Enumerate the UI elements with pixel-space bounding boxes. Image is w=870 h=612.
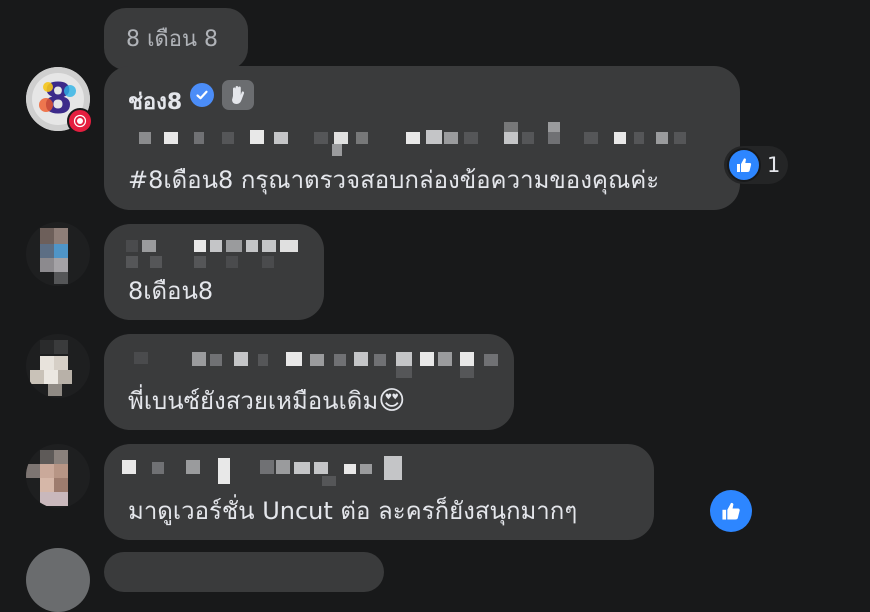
blurred-author-placeholder [134,344,514,380]
comment-text: 8เดือน8 [128,277,214,305]
user-avatar[interactable] [26,222,90,286]
comment-author[interactable]: ช่อง8 [128,84,182,119]
comment-bubble: พี่เบนซ์ยังสวยเหมือนเดิม😍 [104,334,514,430]
comment-bubble-channel8: ช่อง8 #8เดือน8 กรุณาตรวจสอบกล่องข้อความข… [104,66,740,210]
verified-badge-icon [190,83,214,107]
wave-hand-icon [222,80,254,110]
comment-text-body: พี่เบนซ์ยังสวยเหมือนเดิม [128,387,379,415]
comment-author[interactable]: 8 เดือน 8 [126,25,218,55]
comment-text: #8เดือน8 กรุณาตรวจสอบกล่องข้อความของคุณค… [128,166,660,194]
like-icon [727,148,761,182]
comment-bubble-partial [104,552,384,592]
live-badge-icon [67,108,93,134]
reaction-count: 1 [767,153,781,177]
user-avatar[interactable] [26,444,90,508]
comment-text: มาดูเวอร์ชั่น Uncut ต่อ ละครก็ยังสนุกมาก… [128,497,578,525]
comment-bubble: 8เดือน8 [104,224,324,320]
blurred-author-placeholder [122,454,422,490]
blurred-author-placeholder [122,238,322,272]
heart-eyes-emoji: 😍 [378,386,406,416]
comment-bubble: มาดูเวอร์ชั่น Uncut ต่อ ละครก็ยังสนุกมาก… [104,444,654,540]
reaction-summary[interactable]: 1 [724,146,789,184]
blurred-text-placeholder [134,122,694,162]
comment-text: พี่เบนซ์ยังสวยเหมือนเดิม😍 [128,386,405,416]
user-avatar-partial[interactable] [26,548,90,612]
like-icon[interactable] [710,490,752,532]
user-avatar[interactable] [26,334,90,398]
comment-bubble-partial: 8 เดือน 8 [104,8,248,70]
